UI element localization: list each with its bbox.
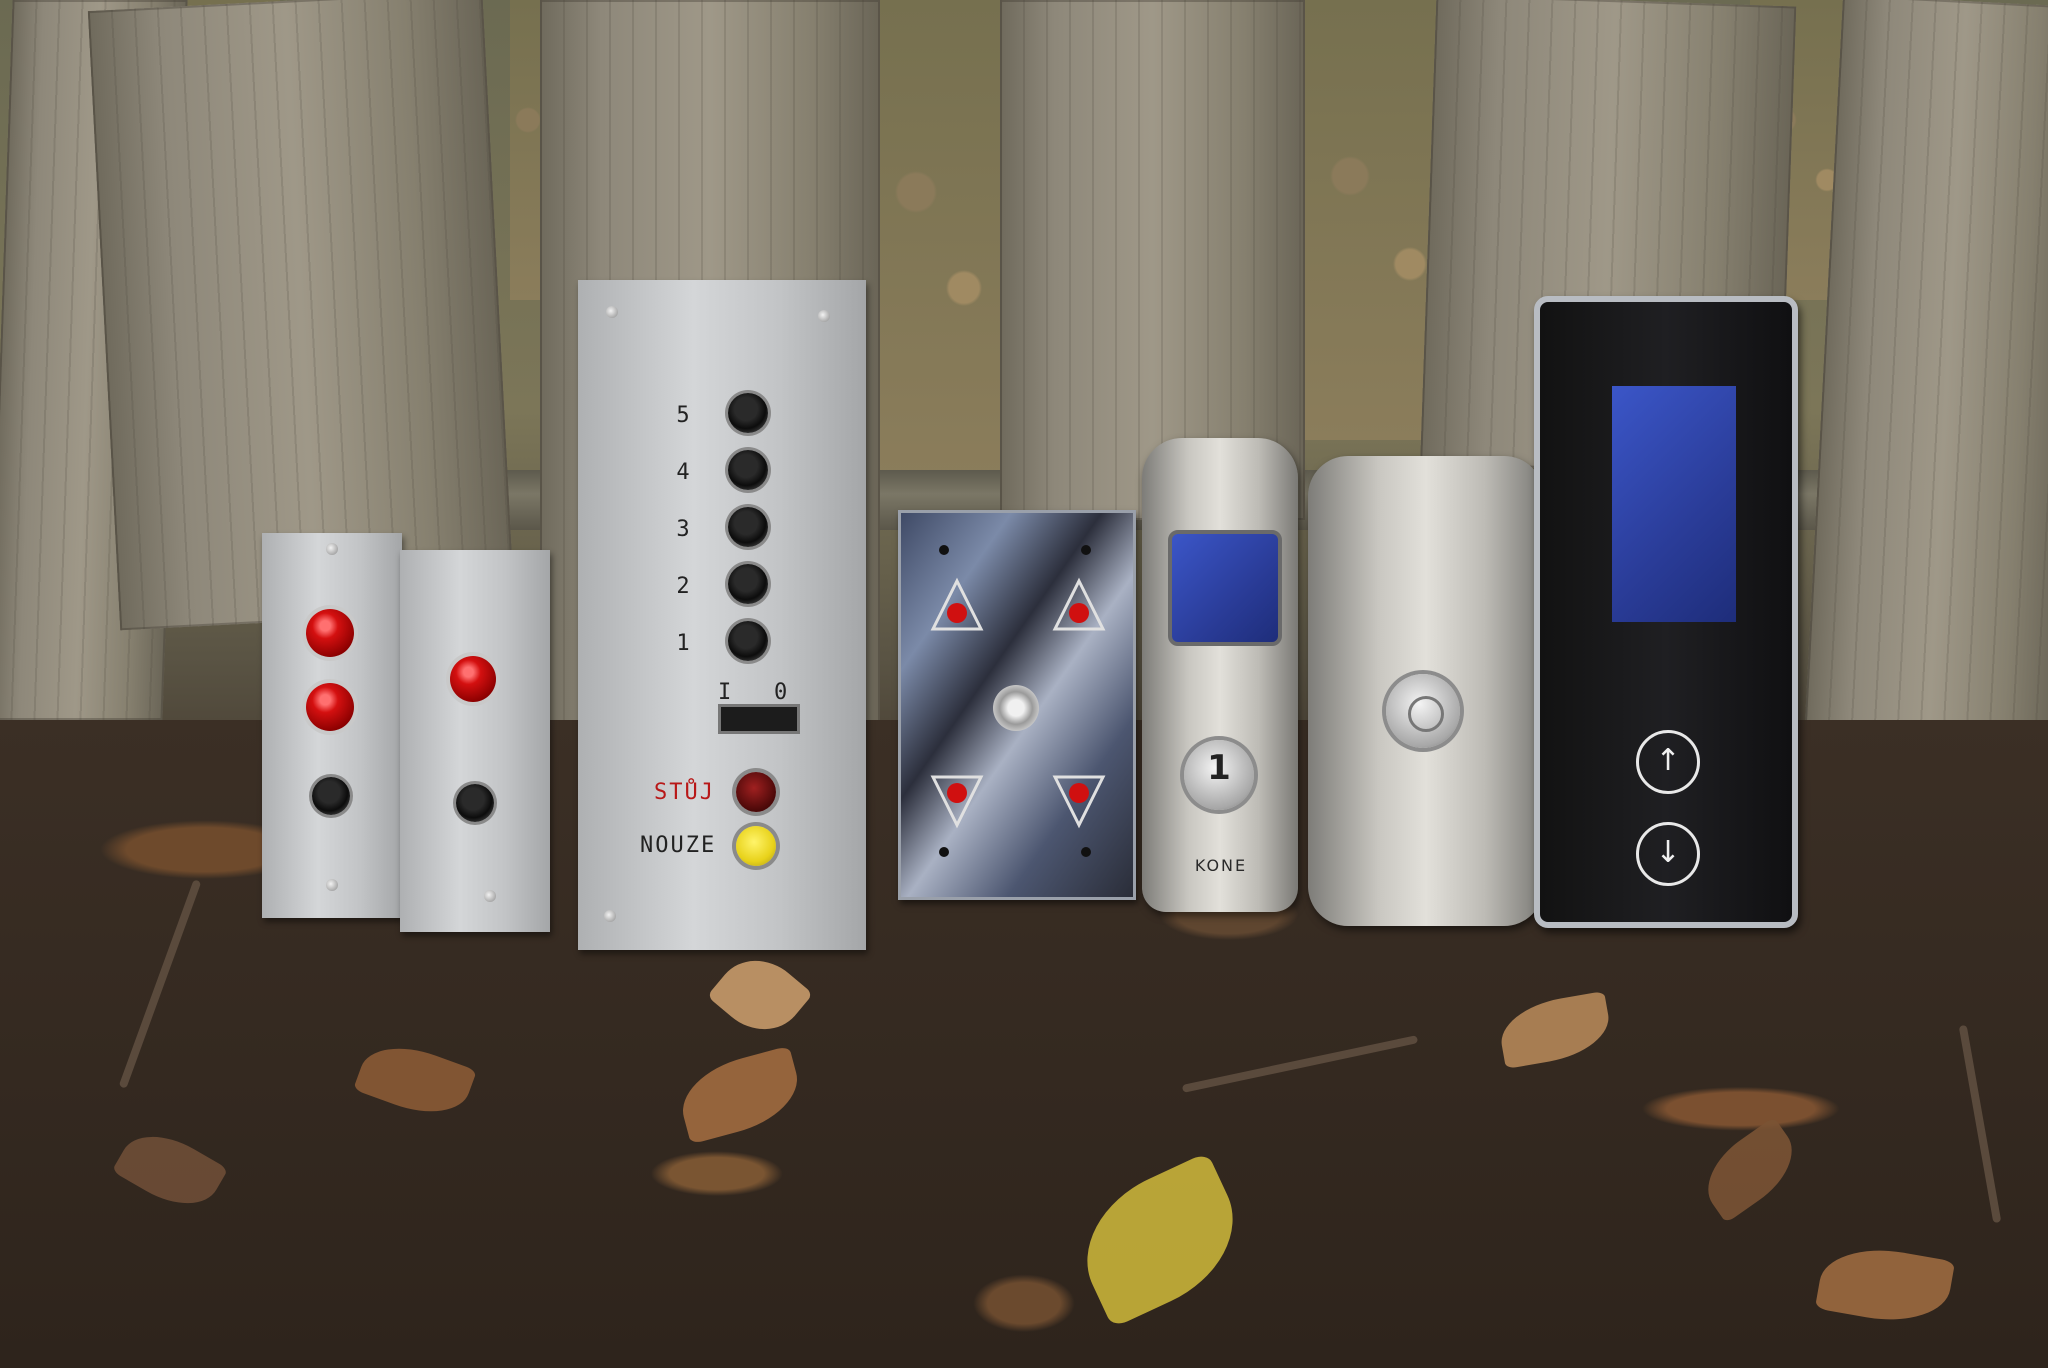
- call-button[interactable]: [312, 777, 350, 815]
- screw-hole: [1081, 545, 1091, 555]
- floor-button-label: 1: [1207, 748, 1231, 788]
- floor-button-5[interactable]: [728, 393, 768, 433]
- screw-hole: [1081, 847, 1091, 857]
- up-triangle-lamp-left: [930, 577, 984, 631]
- screw: [604, 910, 616, 922]
- hall-lantern-panel: [898, 510, 1136, 900]
- screw: [484, 890, 496, 902]
- switch-label-on: I: [718, 680, 734, 705]
- floor-display: [1168, 530, 1282, 646]
- floor-label-4: 4: [676, 460, 690, 485]
- braille-symbol-icon: [1408, 696, 1444, 732]
- indicator-lamp: [450, 656, 496, 702]
- floor-button-3[interactable]: [728, 507, 768, 547]
- floor-label-3: 3: [676, 517, 690, 542]
- car-operating-panel-five-floor: 5 4 3 2 1 I 0 STŮJ NOUZE: [578, 280, 866, 950]
- down-arrow-button[interactable]: ↓: [1636, 822, 1700, 886]
- screw: [606, 306, 618, 318]
- floor-label-1: 1: [676, 631, 690, 656]
- fence-plank: [1800, 0, 2048, 827]
- floor-label-5: 5: [676, 403, 690, 428]
- call-panel-two-lamp: [262, 533, 402, 918]
- floor-button-2[interactable]: [728, 564, 768, 604]
- hall-call-station: [1308, 456, 1544, 926]
- down-triangle-lamp-right: [1052, 775, 1106, 829]
- floor-button-1[interactable]: 1: [1184, 740, 1254, 810]
- key-switch[interactable]: [718, 704, 800, 734]
- grass-gap: [880, 0, 1000, 480]
- up-indicator-lamp: [306, 609, 354, 657]
- brand-logo: KONE: [1194, 856, 1248, 875]
- switch-label-off: 0: [774, 680, 790, 705]
- screw-hole: [939, 847, 949, 857]
- screw-hole: [939, 545, 949, 555]
- floor-button-4[interactable]: [728, 450, 768, 490]
- down-indicator-lamp: [306, 683, 354, 731]
- screw: [326, 879, 338, 891]
- up-arrow-button[interactable]: ↑: [1636, 730, 1700, 794]
- alarm-button[interactable]: [736, 826, 776, 866]
- up-arrow-icon: ↑: [1655, 743, 1681, 778]
- lcd-display: [1612, 386, 1736, 622]
- call-button[interactable]: [1386, 674, 1460, 748]
- call-station-with-display: 1 KONE: [1142, 438, 1298, 912]
- emergency-label: NOUZE: [640, 833, 717, 858]
- stop-label: STŮJ: [654, 780, 715, 805]
- screw: [818, 310, 830, 322]
- screw: [326, 543, 338, 555]
- floor-label-2: 2: [676, 574, 690, 599]
- call-button[interactable]: [456, 784, 494, 822]
- down-triangle-lamp-left: [930, 775, 984, 829]
- touch-call-station: ↑ ↓: [1534, 296, 1798, 928]
- up-triangle-lamp-right: [1052, 577, 1106, 631]
- floor-button-1[interactable]: [728, 621, 768, 661]
- center-indicator: [993, 685, 1039, 731]
- down-arrow-icon: ↓: [1655, 835, 1681, 870]
- stop-button[interactable]: [736, 772, 776, 812]
- call-panel-one-lamp: [400, 550, 550, 932]
